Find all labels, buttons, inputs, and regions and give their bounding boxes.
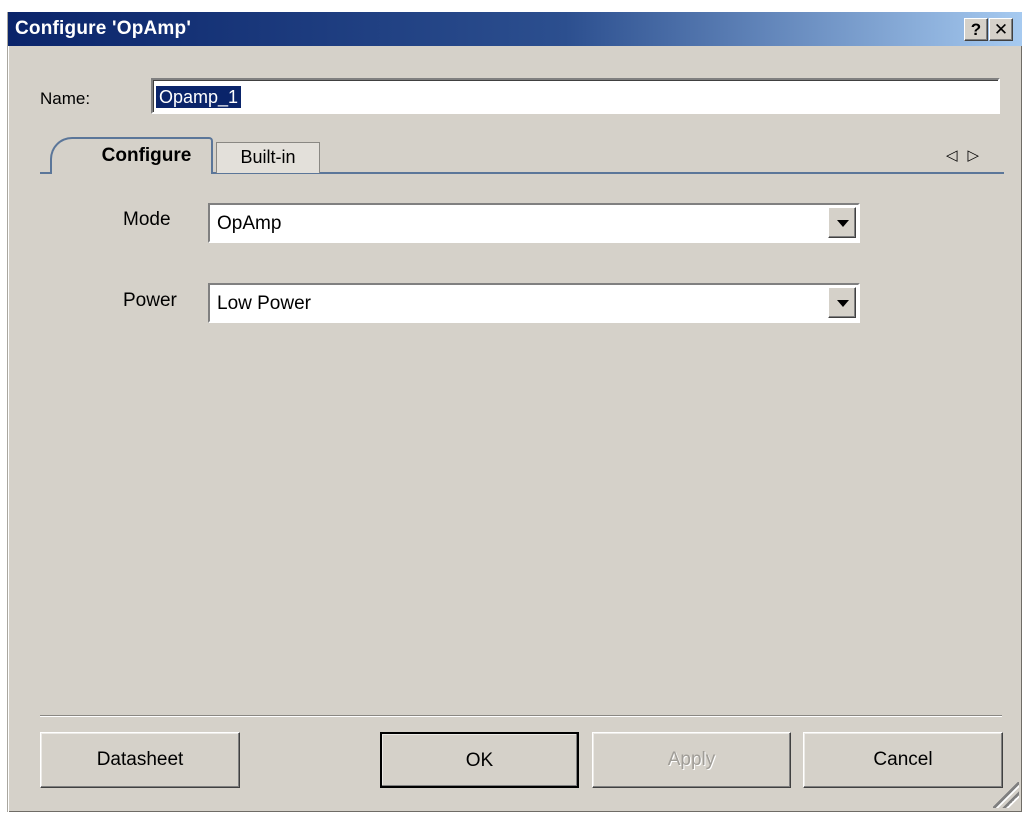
chevron-down-icon[interactable]	[828, 287, 856, 318]
close-button[interactable]: ✕	[989, 18, 1013, 41]
question-mark-icon: ?	[970, 20, 982, 39]
resize-grip-icon[interactable]	[993, 782, 1019, 808]
power-select-value: Low Power	[217, 293, 311, 314]
scroll-left-icon[interactable]: ◁	[946, 147, 958, 164]
help-button[interactable]: ?	[964, 18, 988, 41]
datasheet-button[interactable]: Datasheet	[40, 732, 240, 788]
apply-button[interactable]: Apply	[592, 732, 791, 788]
name-input[interactable]: Opamp_1	[151, 78, 1000, 114]
power-label: Power	[123, 290, 177, 311]
name-input-value: Opamp_1	[156, 86, 242, 108]
tab-label: Built-in	[240, 147, 296, 167]
mode-label: Mode	[123, 209, 171, 230]
chevron-down-icon[interactable]	[828, 207, 856, 238]
mode-select-value: OpAmp	[217, 213, 282, 234]
name-label: Name:	[40, 89, 91, 108]
power-select[interactable]: Low Power	[208, 283, 860, 323]
scroll-right-icon[interactable]: ▷	[968, 147, 980, 164]
ok-button[interactable]: OK	[380, 732, 579, 788]
divider	[40, 715, 1002, 717]
window-title: Configure 'OpAmp'	[15, 18, 192, 39]
configure-dialog: Configure 'OpAmp' ? ✕ Name: Opamp_1 Conf…	[7, 12, 1022, 812]
tab-label: Configure	[101, 145, 192, 166]
close-icon: ✕	[993, 20, 1009, 39]
title-bar[interactable]: Configure 'OpAmp' ? ✕	[8, 12, 1022, 46]
tab-scroll-controls: ◁ ▷	[946, 146, 989, 164]
tab-configure[interactable]: Configure	[50, 137, 213, 174]
mode-select[interactable]: OpAmp	[208, 203, 860, 243]
tab-built-in[interactable]: Built-in	[216, 142, 320, 173]
cancel-button[interactable]: Cancel	[803, 732, 1003, 788]
